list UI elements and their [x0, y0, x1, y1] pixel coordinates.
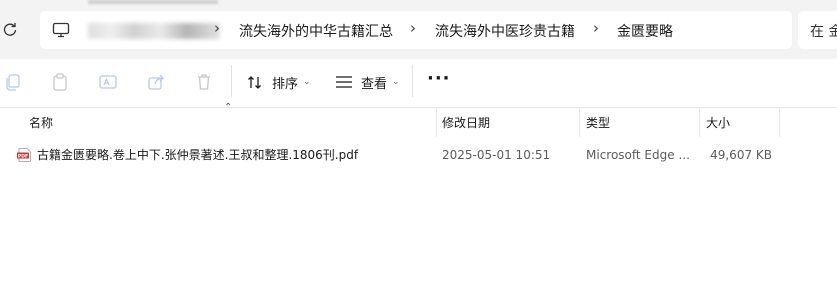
column-header-modified[interactable]: 修改日期: [442, 109, 490, 137]
paste-icon[interactable]: [50, 72, 70, 92]
file-size: 49,607 KB: [710, 148, 772, 162]
more-options-button[interactable]: ···: [427, 68, 451, 89]
share-icon[interactable]: [146, 72, 166, 92]
sort-label: 排序: [272, 76, 299, 92]
chevron-right-icon[interactable]: ›: [593, 19, 599, 37]
view-button[interactable]: 查看 ⌄: [335, 69, 400, 95]
view-list-icon: [336, 76, 352, 88]
column-divider[interactable]: [779, 109, 780, 137]
column-headers: 名称 修改日期 类型 大小: [0, 109, 837, 137]
column-divider[interactable]: [699, 109, 700, 137]
pdf-file-icon: PDF: [17, 148, 31, 162]
chevron-right-icon[interactable]: ›: [410, 19, 416, 37]
delete-icon[interactable]: [194, 72, 214, 92]
column-header-type[interactable]: 类型: [586, 109, 610, 137]
sort-icon: [248, 75, 261, 89]
this-pc-icon[interactable]: [52, 22, 70, 38]
blurred-path-segment: [88, 23, 220, 39]
blurred-region: [88, 0, 218, 4]
copy-icon[interactable]: [3, 72, 23, 92]
svg-text:PDF: PDF: [18, 153, 28, 159]
view-label: 查看: [361, 76, 388, 92]
column-divider[interactable]: [579, 109, 580, 137]
toolbar-divider: [231, 65, 232, 97]
sort-button[interactable]: 排序 ⌄: [247, 69, 311, 95]
command-bar: 排序 ⌄ 查看 ⌄ ···: [0, 59, 837, 108]
chevron-down-icon: ⌄: [303, 77, 311, 87]
column-divider[interactable]: [436, 109, 437, 137]
address-path[interactable]: › 流失海外的中华古籍汇总 › 流失海外中医珍贵古籍 › 金匮要略: [40, 11, 792, 49]
breadcrumb-item-1[interactable]: 流失海外的中华古籍汇总: [239, 21, 393, 41]
file-name[interactable]: 古籍金匮要略.卷上中下.张仲景著述.王叔和整理.1806刊.pdf: [37, 141, 358, 169]
rename-icon[interactable]: [98, 72, 118, 92]
chevron-right-icon[interactable]: ›: [214, 19, 220, 37]
column-header-size[interactable]: 大小: [706, 109, 730, 137]
chevron-down-icon: ⌄: [392, 77, 400, 87]
toolbar-divider: [412, 65, 413, 97]
address-bar-area: › 流失海外的中华古籍汇总 › 流失海外中医珍贵古籍 › 金匮要略 在 金: [0, 0, 837, 59]
breadcrumb-item-3[interactable]: 金匮要略: [617, 21, 673, 41]
file-row[interactable]: PDF 古籍金匮要略.卷上中下.张仲景著述.王叔和整理.1806刊.pdf 20…: [0, 141, 837, 169]
refresh-icon[interactable]: [2, 21, 18, 37]
column-header-name[interactable]: 名称: [29, 109, 53, 137]
file-type: Microsoft Edge ...: [586, 148, 690, 162]
file-modified-date: 2025-05-01 10:51: [442, 148, 551, 162]
search-placeholder: 在 金: [810, 24, 837, 40]
search-box[interactable]: 在 金: [798, 11, 837, 49]
breadcrumb-item-2[interactable]: 流失海外中医珍贵古籍: [435, 21, 575, 41]
